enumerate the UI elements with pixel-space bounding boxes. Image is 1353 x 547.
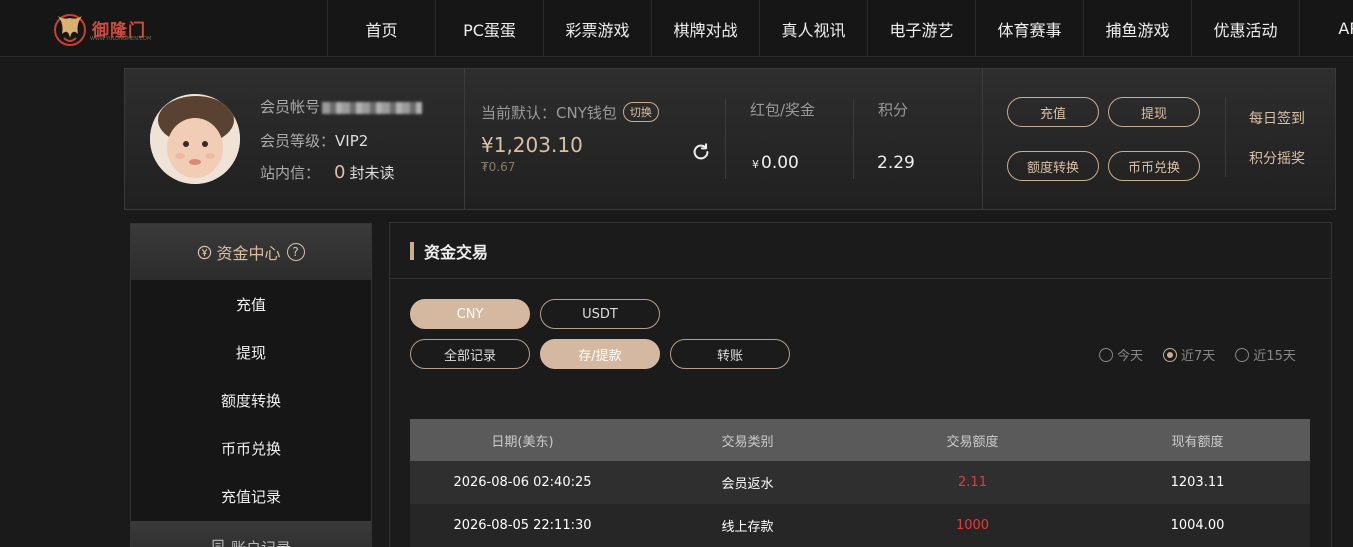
funds-center-title: 资金中心 (216, 244, 281, 263)
main-nav: 首页 PC蛋蛋 彩票游戏 棋牌对战 真人视讯 电子游艺 体育赛事 捕鱼游戏 优惠… (327, 0, 1353, 57)
radio-icon (1099, 347, 1113, 362)
nav-item-promotions[interactable]: 优惠活动 (1191, 0, 1299, 57)
mail-label: 站内信： (260, 164, 321, 182)
help-icon[interactable]: ? (286, 243, 305, 261)
deposit-button[interactable]: 充值 (1007, 97, 1099, 127)
column-type: 交易类别 (721, 434, 774, 450)
withdraw-button[interactable]: 提现 (1108, 97, 1200, 127)
yen-coin-icon (198, 245, 212, 259)
wallet-balance: ¥1,203.10 (481, 133, 583, 157)
nav-item-home[interactable]: 首页 (327, 0, 435, 57)
radio-icon (1235, 347, 1250, 362)
daily-checkin-link[interactable]: 每日签到 (1249, 108, 1305, 128)
account-records-header[interactable]: 账户记录 (131, 521, 371, 547)
divider (853, 99, 854, 179)
exchange-button[interactable]: 币币兑换 (1108, 151, 1200, 181)
column-date: 日期(美东) (491, 434, 554, 450)
tab-transfer[interactable]: 转账 (670, 339, 790, 369)
row-date: 2026-08-06 02:40:25 (453, 475, 592, 490)
nav-item-fishing[interactable]: 捕鱼游戏 (1083, 0, 1191, 57)
tab-all-records[interactable]: 全部记录 (410, 339, 530, 369)
nav-item-pc-egg[interactable]: PC蛋蛋 (435, 0, 543, 57)
nav-item-lottery[interactable]: 彩票游戏 (543, 0, 651, 57)
table-header: 日期(美东) 交易类别 交易额度 现有额度 (410, 419, 1310, 461)
logo-subtext: WWW.YULONGMEN.COM (90, 36, 152, 42)
level-label: 会员等级： (260, 132, 336, 150)
points-lottery-link[interactable]: 积分摇奖 (1249, 148, 1305, 168)
site-logo[interactable]: 御隆门 WWW.YULONGMEN.COM (50, 6, 152, 50)
panel-title-text: 资金交易 (424, 242, 489, 262)
account-value-redacted (322, 101, 423, 114)
funds-center-header[interactable]: 资金中心 ? (131, 224, 371, 280)
range-15-days-label: 近15天 (1253, 349, 1296, 364)
divider (725, 99, 726, 179)
tab-usdt[interactable]: USDT (540, 299, 660, 329)
radio-checked-icon (1163, 347, 1178, 362)
date-range-filter: 今天 近7天 近15天 (1099, 345, 1296, 364)
transactions-table: 日期(美东) 交易类别 交易额度 现有额度 2026-08-06 02:40:2… (410, 419, 1310, 547)
user-info-panel: 会员帐号 会员等级：VIP2 站内信： 0 封未读 当前默认：CNY钱包 切换 ¥1,… (124, 68, 1336, 210)
default-wallet-label: 当前默认：CNY钱包 切换 (481, 102, 659, 123)
tab-deposit-withdraw[interactable]: 存/提款 (540, 339, 660, 369)
range-today[interactable]: 今天 (1099, 345, 1143, 364)
top-nav-bar: 御隆门 WWW.YULONGMEN.COM 首页 PC蛋蛋 彩票游戏 棋牌对战 … (0, 0, 1353, 57)
nav-item-app[interactable]: APP (1299, 0, 1353, 57)
table-row: 2026-08-05 22:11:30 线上存款 1000 1004.00 (410, 504, 1310, 547)
range-15-days[interactable]: 近15天 (1235, 345, 1296, 364)
dragon-logo-icon (54, 14, 86, 46)
range-7-days-label: 近7天 (1181, 349, 1216, 364)
level-row: 会员等级：VIP2 (260, 130, 368, 151)
switch-wallet-button[interactable]: 切换 (622, 102, 659, 122)
nav-item-slots[interactable]: 电子游艺 (867, 0, 975, 57)
account-row: 会员帐号 (260, 96, 423, 117)
column-amount: 交易额度 (946, 434, 999, 450)
row-type: 线上存款 (721, 520, 774, 535)
sidebar-item-exchange[interactable]: 币币兑换 (131, 424, 371, 472)
bonus-value: ¥0.00 (752, 153, 799, 173)
unread-suffix: 封未读 (349, 164, 395, 182)
sidebar-item-transfer[interactable]: 额度转换 (131, 376, 371, 424)
row-type: 会员返水 (721, 477, 774, 492)
bonus-currency: ¥ (752, 158, 759, 171)
nav-item-live[interactable]: 真人视讯 (759, 0, 867, 57)
nav-item-sports[interactable]: 体育赛事 (975, 0, 1083, 57)
divider (1225, 97, 1226, 177)
row-balance: 1203.11 (1170, 475, 1225, 490)
range-today-label: 今天 (1117, 349, 1144, 364)
points-label: 积分 (878, 101, 909, 119)
baby-avatar-icon (150, 94, 240, 184)
row-balance: 1004.00 (1170, 518, 1225, 533)
row-amount: 1000 (955, 518, 990, 533)
sidebar-item-withdraw[interactable]: 提现 (131, 328, 371, 376)
bonus-amount: 0.00 (761, 153, 799, 173)
divider (464, 69, 465, 209)
tab-cny[interactable]: CNY (410, 299, 530, 329)
avatar[interactable] (150, 94, 240, 184)
bonus-label: 红包/奖金 (750, 101, 816, 119)
sidebar-item-deposit-records[interactable]: 充值记录 (131, 472, 371, 520)
account-label: 会员帐号 (260, 98, 321, 116)
level-value: VIP2 (335, 132, 369, 150)
table-row: 2026-08-06 02:40:25 会员返水 2.11 1203.11 (410, 461, 1310, 504)
funds-sidebar: 资金中心 ? 充值 提现 额度转换 币币兑换 充值记录 账户记录 (130, 223, 372, 547)
sidebar-item-deposit[interactable]: 充值 (131, 280, 371, 328)
range-7-days[interactable]: 近7天 (1163, 345, 1215, 364)
account-records-title: 账户记录 (231, 537, 291, 547)
nav-item-cards[interactable]: 棋牌对战 (651, 0, 759, 57)
refresh-icon[interactable] (690, 141, 712, 163)
panel-title: 资金交易 (390, 223, 1331, 279)
transactions-panel: 资金交易 CNY USDT 全部记录 存/提款 转账 今天 近7天 近15天 日… (389, 222, 1332, 547)
transfer-button[interactable]: 额度转换 (1007, 151, 1099, 181)
row-date: 2026-08-05 22:11:30 (453, 518, 592, 533)
row-amount: 2.11 (958, 475, 987, 490)
wallet-usdt-balance: ₮0.67 (481, 160, 516, 174)
title-accent-bar (410, 241, 414, 260)
unread-count[interactable]: 0 (334, 162, 345, 183)
records-icon (212, 539, 224, 547)
column-balance: 现有额度 (1171, 434, 1224, 450)
divider (982, 69, 983, 209)
mail-row[interactable]: 站内信： 0 封未读 (260, 162, 394, 183)
wallet-label-text: 当前默认：CNY钱包 (481, 104, 617, 122)
points-value: 2.29 (877, 153, 915, 173)
